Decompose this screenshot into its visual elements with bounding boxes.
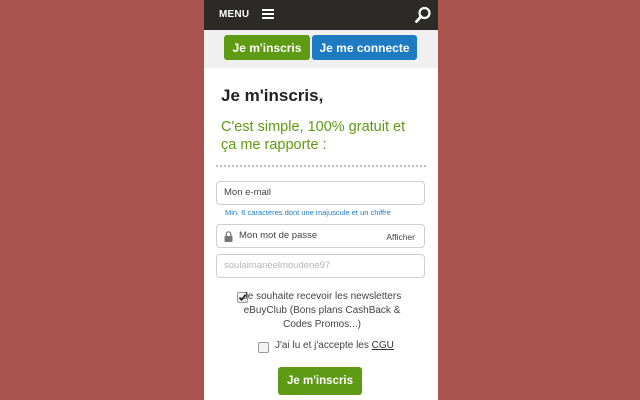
form-subtitle: C'est simple, 100% gratuit et ça me rapp…	[221, 119, 406, 153]
auth-tabs: Je m'inscris Je me connecte	[204, 30, 438, 68]
tab-signup[interactable]: Je m'inscris	[224, 35, 310, 60]
hamburger-icon[interactable]	[262, 9, 274, 20]
username-value: soulaimaneelmoudene97	[224, 260, 331, 271]
show-password-link[interactable]: Afficher	[386, 232, 415, 242]
newsletter-label: Je souhaite recevoir les newsletters eBu…	[242, 291, 402, 330]
dotted-divider	[216, 165, 426, 167]
cgu-label: J'ai lu et j'accepte les CGU	[275, 340, 394, 351]
password-hint: Min. 6 caractères dont une majuscule et …	[225, 208, 391, 217]
email-placeholder: Mon e-mail	[224, 187, 271, 198]
lock-icon	[224, 231, 233, 242]
username-field[interactable]: soulaimaneelmoudene97	[216, 254, 425, 278]
submit-signup-button[interactable]: Je m'inscris	[278, 367, 362, 395]
email-field[interactable]: Mon e-mail	[216, 181, 425, 205]
password-placeholder: Mon mot de passe	[239, 230, 318, 241]
form-title: Je m'inscris,	[221, 86, 324, 105]
search-icon[interactable]	[414, 6, 432, 24]
tab-login[interactable]: Je me connecte	[312, 35, 417, 60]
mobile-page: MENU Je m'inscris Je me connecte Je m'in…	[204, 0, 438, 400]
top-navigation-bar: MENU	[204, 0, 438, 30]
password-field[interactable]: Mon mot de passe Afficher	[216, 224, 425, 248]
cgu-link[interactable]: CGU	[372, 340, 394, 351]
menu-label[interactable]: MENU	[219, 9, 249, 20]
cgu-checkbox[interactable]	[258, 342, 269, 353]
cgu-prefix: J'ai lu et j'accepte les	[275, 340, 372, 351]
